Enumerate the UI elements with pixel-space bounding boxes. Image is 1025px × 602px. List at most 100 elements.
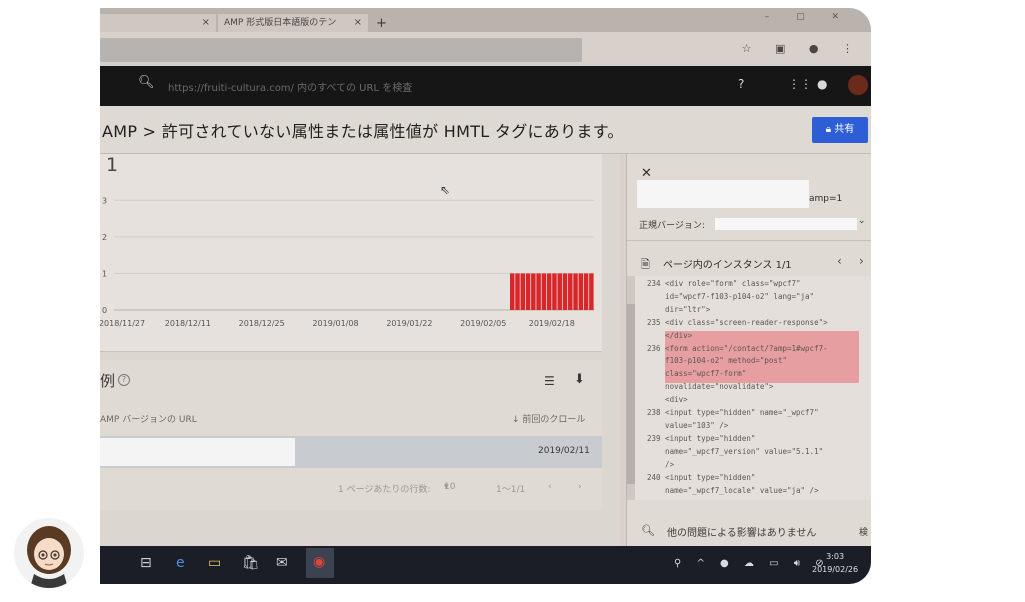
close-icon[interactable]: ✕	[641, 166, 652, 181]
instances-title: ページ内のインスタンス 1/1	[663, 260, 792, 271]
store-icon[interactable]: 🛍︎	[242, 555, 260, 571]
notifications-icon[interactable]: ●	[817, 77, 827, 91]
code-line: />	[647, 459, 675, 469]
chart-bar[interactable]	[557, 273, 562, 310]
prev-instance-icon[interactable]: ‹	[837, 254, 842, 268]
chart-bar[interactable]	[546, 273, 552, 310]
browser-tab-amp[interactable]: AMP 形式版日本語版のテン ×	[218, 14, 368, 32]
scrollbar-thumb[interactable]	[627, 304, 635, 484]
share-label: 共有	[834, 124, 855, 135]
code-line: name="_wpcf7_locale" value="ja" />	[647, 485, 819, 495]
search-input[interactable]: https://fruiti-cultura.com/ 内のすべての URL を…	[168, 79, 412, 94]
code-line: id="wpcf7-f103-p104-o2" lang="ja"	[647, 291, 815, 301]
x-tick-label: 2019/01/08	[312, 319, 358, 328]
canonical-url-redacted	[715, 218, 857, 230]
code-line: dir="ltr">	[647, 304, 711, 314]
chart-bar[interactable]	[541, 273, 547, 310]
chart-bar[interactable]	[515, 273, 520, 310]
mail-icon[interactable]: ✉	[276, 555, 288, 571]
next-page-icon[interactable]: ›	[578, 482, 582, 492]
column-header-last-crawl[interactable]: ↓ 前回のクロール	[512, 412, 585, 425]
no-other-issues-text: 他の問題による影響はありません	[667, 528, 817, 539]
chart-bar[interactable]	[552, 273, 557, 310]
page-title: AMP > 許可されていない属性または属性値が HMTL タグにあります。	[102, 122, 624, 141]
code-line: 235 <div class="screen-reader-response">	[647, 317, 828, 327]
chart-bar[interactable]	[568, 273, 573, 310]
divider	[627, 240, 871, 241]
code-line: f103-p104-o2" method="post"	[647, 356, 787, 366]
code-line: <div>	[647, 395, 688, 405]
x-tick-label: 2018/11/27	[100, 319, 145, 328]
x-tick-label: 2019/02/05	[460, 319, 506, 328]
chart-bar[interactable]	[536, 273, 541, 310]
affected-page-count: 1	[106, 154, 119, 176]
chart-card: 1 0 1 2 3 2018/11/27 2018/12/11 2018/12/25 2019…	[100, 154, 602, 352]
clock-time: 3:03	[826, 552, 845, 561]
account-avatar[interactable]	[848, 75, 868, 95]
clock[interactable]: 3:03 2019/02/26	[812, 550, 858, 576]
chrome-icon: ◉	[313, 554, 326, 570]
help-icon[interactable]: ?	[118, 374, 130, 386]
search-icon[interactable]: 🔍︎	[138, 75, 155, 90]
code-line: name="_wpcf7_version" value="5.1.1"	[647, 446, 824, 456]
x-tick-label: 2018/12/11	[165, 319, 211, 328]
chart-bar[interactable]	[520, 273, 526, 310]
examples-title: 例	[100, 372, 116, 390]
next-instance-icon[interactable]: ›	[859, 254, 864, 268]
tab-close-icon[interactable]: ×	[354, 14, 362, 32]
edge-icon[interactable]: e	[176, 555, 185, 571]
chart-bar[interactable]	[525, 273, 531, 310]
code-line: 239 <input type="hidden"	[647, 433, 756, 443]
window-controls[interactable]: – ▢ ✕	[765, 12, 851, 22]
file-explorer-icon[interactable]: ▭	[208, 555, 221, 571]
chart-bar[interactable]	[583, 273, 589, 310]
tab-close-icon[interactable]: ×	[202, 14, 210, 32]
column-header-url[interactable]: AMP バージョンの URL	[100, 412, 197, 425]
code-lines: 234 <div role="form" class="wpcf7" id="w…	[647, 278, 869, 497]
download-icon[interactable]: ⬇	[574, 372, 585, 387]
chart-bar[interactable]	[562, 273, 568, 310]
share-button[interactable]: 🔒︎ 共有	[812, 117, 868, 143]
x-tick-label: 2019/01/22	[386, 319, 432, 328]
system-tray-icons[interactable]: ⚲ ^ ● ☁ ▭ 🔊︎ ⊘	[674, 558, 830, 569]
author-avatar	[14, 518, 84, 588]
amp-url-suffix: amp=1	[809, 194, 843, 204]
y-tick-label: 2	[102, 233, 107, 242]
rows-per-page-label: 1 ページあたりの行数:	[338, 485, 431, 495]
canonical-label: 正規バージョン:	[639, 221, 705, 231]
chart-bar[interactable]	[531, 273, 536, 310]
apps-grid-icon[interactable]: ⋮⋮	[788, 77, 812, 91]
y-tick-label: 3	[102, 196, 107, 205]
address-bar-redacted[interactable]	[100, 38, 582, 62]
inspect-button[interactable]: 検	[859, 525, 868, 538]
x-tick-label: 2018/12/25	[239, 319, 285, 328]
chart-bar[interactable]	[510, 273, 515, 310]
table-row[interactable]: 2019/02/11	[100, 436, 602, 468]
examples-card: 例 ? ☰ ⬇ AMP バージョンの URL ↓ 前回のクロール 2019/02…	[100, 360, 602, 510]
issue-chart: 0 1 2 3 2018/11/27 2018/12/11 2018/12/25 2019/0…	[100, 183, 594, 328]
y-tick-label: 0	[102, 306, 107, 315]
bookmark-star-icon[interactable]: ☆ ▣ ● ⋮	[742, 42, 863, 55]
browser-tab[interactable]: ×	[100, 14, 216, 32]
help-icon[interactable]: ?	[738, 77, 744, 91]
chart-bar[interactable]	[589, 273, 594, 310]
filter-icon[interactable]: ☰	[544, 374, 555, 388]
task-view-icon[interactable]: ⊟	[140, 555, 152, 571]
chevron-down-icon[interactable]: ⌄	[858, 216, 866, 226]
x-tick-label: 2019/02/18	[529, 319, 575, 328]
address-bar-row: ☆ ▣ ● ⋮	[100, 32, 871, 66]
chart-bar[interactable]	[578, 273, 584, 310]
code-line: 234 <div role="form" class="wpcf7"	[647, 279, 801, 288]
code-line: novalidate="novalidate">	[647, 382, 774, 392]
code-line: 238 <input type="hidden" name="_wpcf7"	[647, 408, 819, 418]
new-tab-button[interactable]: +	[376, 16, 387, 31]
main-pane: 1 0 1 2 3 2018/11/27 2018/12/11 2018/12/25 2019…	[100, 154, 620, 554]
source-code-view[interactable]: 234 <div role="form" class="wpcf7" id="w…	[627, 276, 871, 500]
tab-label: AMP 形式版日本語版のテン	[224, 18, 337, 28]
url-redacted	[100, 438, 295, 466]
chrome-taskbar-button[interactable]: ◉	[306, 548, 334, 578]
code-line: class="wpcf7-form"	[647, 369, 747, 379]
rows-per-page-select[interactable]: 10 ▾	[444, 482, 455, 492]
chart-bar[interactable]	[573, 273, 578, 310]
prev-page-icon[interactable]: ‹	[548, 482, 552, 492]
